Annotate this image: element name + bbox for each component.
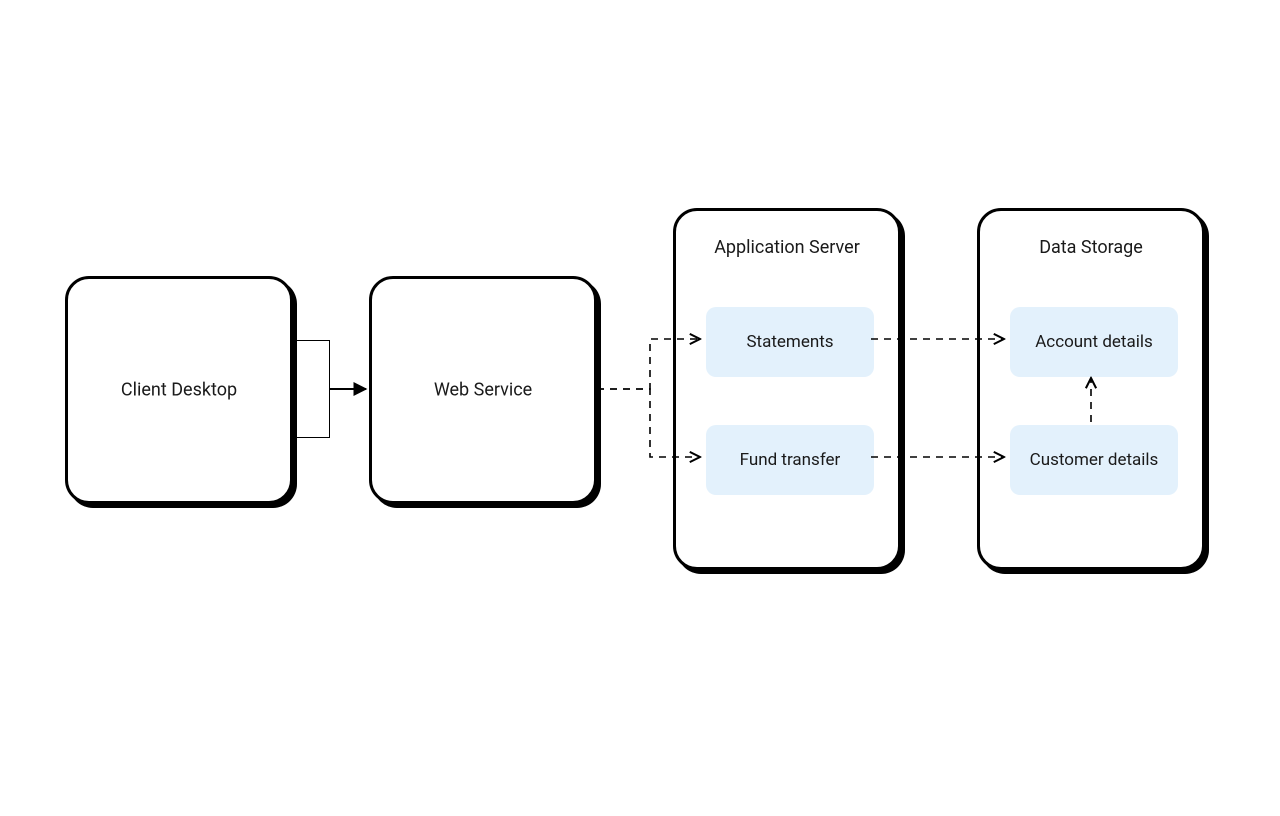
node-data-storage: Data Storage Account details Customer de… — [977, 208, 1205, 570]
node-statements-label: Statements — [746, 332, 833, 352]
node-data-storage-label: Data Storage — [980, 237, 1202, 258]
connector-port — [292, 340, 330, 438]
diagram-canvas: Client Desktop Web Service Application S… — [0, 0, 1280, 816]
node-account-details: Account details — [1010, 307, 1178, 377]
node-client-desktop: Client Desktop — [65, 276, 293, 504]
node-web-service: Web Service — [369, 276, 597, 504]
node-statements: Statements — [706, 307, 874, 377]
node-web-service-label: Web Service — [372, 380, 594, 401]
node-client-desktop-label: Client Desktop — [68, 380, 290, 401]
node-application-server: Application Server Statements Fund trans… — [673, 208, 901, 570]
node-application-server-label: Application Server — [676, 237, 898, 258]
node-customer-details-label: Customer details — [1030, 450, 1159, 470]
node-customer-details: Customer details — [1010, 425, 1178, 495]
node-fund-transfer-label: Fund transfer — [740, 450, 841, 470]
node-fund-transfer: Fund transfer — [706, 425, 874, 495]
node-account-details-label: Account details — [1035, 332, 1153, 352]
